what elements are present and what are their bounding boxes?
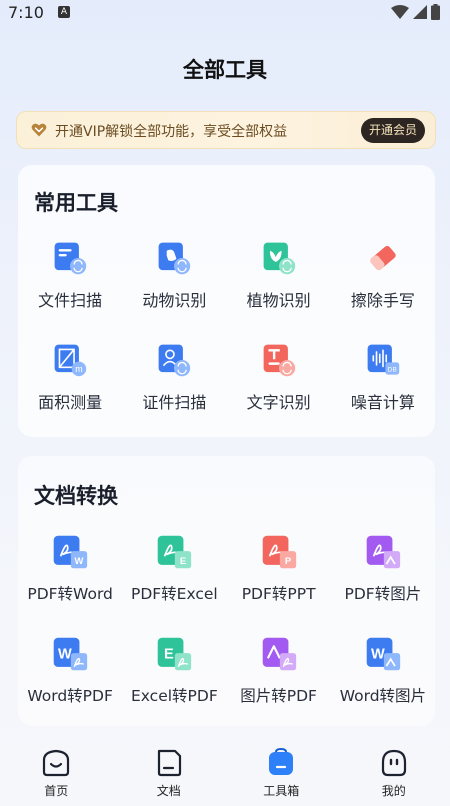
tool-label: PDF转Word (27, 585, 113, 603)
text-recognize-icon (263, 344, 295, 377)
doc-convert-card: 文档转换 W PDF转Word E PDF转Excel P PDF转PPT PD… (18, 456, 435, 726)
status-time: 7:10 (8, 3, 44, 22)
tool-label: Word转图片 (339, 687, 427, 705)
svg-text:W: W (371, 646, 385, 662)
svg-text:E: E (164, 646, 174, 662)
svg-text:m: m (75, 364, 82, 374)
tool-label: 植物识别 (246, 291, 311, 310)
tool-noise-meter[interactable]: DB 噪音计算 (331, 343, 435, 413)
tool-id-scan[interactable]: 证件扫描 (122, 343, 226, 413)
svg-text:E: E (180, 555, 186, 566)
status-icons (391, 4, 440, 20)
tool-area-measure[interactable]: m 面积测量 (18, 343, 122, 413)
doc-convert-title: 文档转换 (34, 484, 118, 508)
area-measure-icon: m (54, 344, 87, 377)
plant-recognize-icon (263, 242, 295, 275)
tool-image-to-pdf[interactable]: 图片转PDF (227, 636, 331, 706)
svg-text:W: W (58, 646, 72, 662)
tool-pdf-to-image[interactable]: PDF转图片 (331, 534, 435, 604)
file-scan-icon (54, 242, 87, 275)
id-scan-icon (158, 344, 191, 377)
tool-pdf-to-word[interactable]: W PDF转Word (18, 534, 122, 604)
tool-label: PDF转图片 (344, 585, 422, 603)
nav-item-home[interactable]: 首页 (0, 748, 113, 806)
signal-icon (413, 5, 427, 19)
profile-icon (381, 749, 406, 777)
status-bar: 7:10 A (0, 0, 450, 26)
noise-meter-icon: DB (367, 344, 400, 375)
tool-label: Excel转PDF (130, 687, 218, 705)
eraser-icon (370, 245, 396, 271)
nav-item-documents[interactable]: 文档 (113, 748, 226, 806)
tool-label: 图片转PDF (240, 687, 317, 705)
pdf-to-ppt-icon: P (262, 535, 296, 569)
common-tools-title: 常用工具 (34, 191, 118, 215)
common-tools-card: 常用工具 文件扫描 动物识别 植物识别 擦除手写 m 面积测量 证件扫描 文字识… (18, 165, 435, 437)
tool-label: 文字识别 (246, 393, 311, 412)
svg-text:P: P (284, 555, 290, 566)
tool-word-to-image[interactable]: W Word转图片 (331, 636, 435, 706)
wifi-icon (391, 5, 409, 19)
pdf-to-word-icon: W (53, 535, 88, 569)
excel-to-pdf-icon: E (158, 637, 192, 671)
tool-label: 动物识别 (142, 291, 207, 310)
nav-item-profile[interactable]: 我的 (338, 748, 450, 806)
tool-label: 擦除手写 (350, 291, 415, 310)
svg-text:W: W (75, 555, 84, 566)
tool-plant-recognize[interactable]: 植物识别 (227, 241, 331, 311)
pdf-to-image-icon (366, 535, 401, 569)
notification-badge: A (58, 6, 70, 18)
tool-pdf-to-ppt[interactable]: P PDF转PPT (227, 534, 331, 604)
svg-text:DB: DB (388, 366, 397, 373)
word-to-pdf-icon: W (53, 637, 88, 671)
vip-banner[interactable]: 开通VIP解锁全部功能，享受全部权益 开通会员 (16, 111, 436, 149)
image-to-pdf-icon (262, 637, 296, 671)
open-membership-button[interactable]: 开通会员 (360, 118, 425, 143)
toolbox-icon (269, 748, 294, 775)
tool-animal-recognize[interactable]: 动物识别 (122, 241, 226, 311)
tool-label: PDF转PPT (241, 585, 316, 603)
tool-excel-to-pdf[interactable]: E Excel转PDF (122, 636, 226, 706)
battery-icon (431, 4, 440, 20)
tool-text-recognize[interactable]: 文字识别 (227, 343, 331, 413)
bottom-nav: 首页 文档 工具箱 我的 (0, 748, 450, 806)
common-tools-grid: 文件扫描 动物识别 植物识别 擦除手写 m 面积测量 证件扫描 文字识别 DB … (18, 241, 435, 413)
nav-label-home: 首页 (44, 784, 69, 798)
tool-label: 证件扫描 (142, 393, 207, 412)
nav-label-profile: 我的 (381, 784, 406, 798)
nav-label-documents: 文档 (156, 784, 181, 798)
tool-label: Word转PDF (27, 687, 113, 705)
nav-label-toolbox: 工具箱 (263, 784, 300, 798)
tool-pdf-to-excel[interactable]: E PDF转Excel (122, 534, 226, 604)
word-to-image-icon: W (366, 637, 401, 671)
tool-word-to-pdf[interactable]: W Word转PDF (18, 636, 122, 706)
tool-label: 文件扫描 (38, 291, 103, 310)
home-icon (43, 749, 70, 777)
tool-label: PDF转Excel (130, 585, 218, 603)
vip-heart-icon (31, 123, 47, 137)
vip-banner-text: 开通VIP解锁全部功能，享受全部权益 (55, 124, 288, 140)
tool-file-scan[interactable]: 文件扫描 (18, 241, 122, 311)
pdf-to-excel-icon: E (158, 535, 192, 569)
tool-label: 噪音计算 (350, 393, 415, 412)
document-icon (157, 749, 181, 777)
page-title: 全部工具 (183, 58, 267, 82)
doc-convert-grid: W PDF转Word E PDF转Excel P PDF转PPT PDF转图片 … (18, 534, 435, 706)
tool-eraser[interactable]: 擦除手写 (331, 241, 435, 311)
tool-label: 面积测量 (38, 393, 103, 412)
animal-recognize-icon (158, 242, 191, 275)
nav-item-toolbox[interactable]: 工具箱 (225, 748, 338, 806)
